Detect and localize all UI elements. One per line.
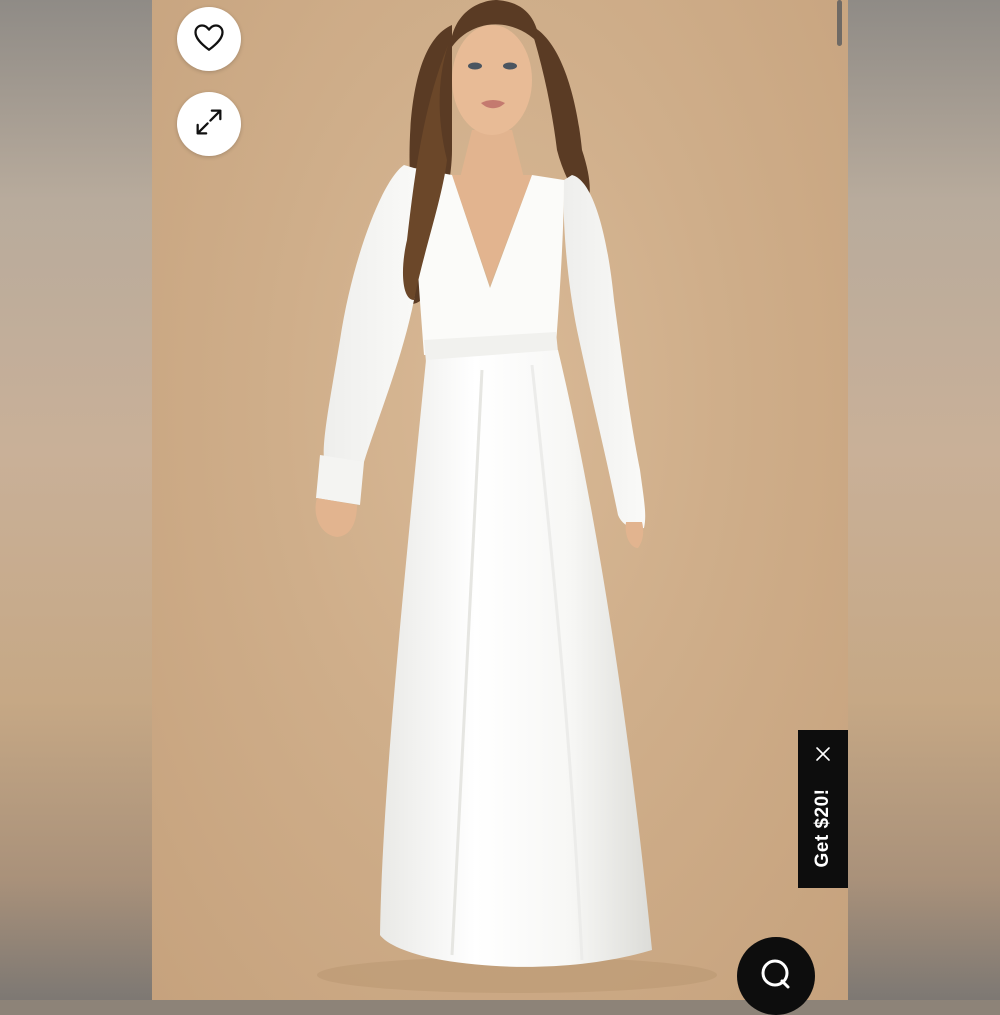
expand-arrows-icon xyxy=(192,105,226,144)
chat-bubble-icon xyxy=(756,954,796,999)
expand-button[interactable] xyxy=(177,92,241,156)
promo-label: Get $20! xyxy=(812,788,833,868)
favorite-button[interactable] xyxy=(177,7,241,71)
right-eye xyxy=(503,62,517,70)
left-hand xyxy=(315,498,357,537)
product-image[interactable] xyxy=(152,0,848,1000)
left-sleeve xyxy=(323,165,420,468)
neck xyxy=(460,130,524,178)
heart-outline-icon xyxy=(191,19,227,60)
model-illustration xyxy=(315,0,717,993)
left-eye xyxy=(468,62,482,70)
chat-button[interactable] xyxy=(737,937,815,1015)
scrollbar-thumb[interactable] xyxy=(837,0,842,46)
face xyxy=(452,25,532,135)
close-icon[interactable] xyxy=(811,742,835,766)
promo-tab[interactable]: Get $20! xyxy=(798,730,848,888)
blurred-background-right xyxy=(848,0,1000,1000)
left-cuff xyxy=(316,455,364,505)
right-hand xyxy=(625,522,644,548)
blurred-background-left xyxy=(0,0,152,1000)
